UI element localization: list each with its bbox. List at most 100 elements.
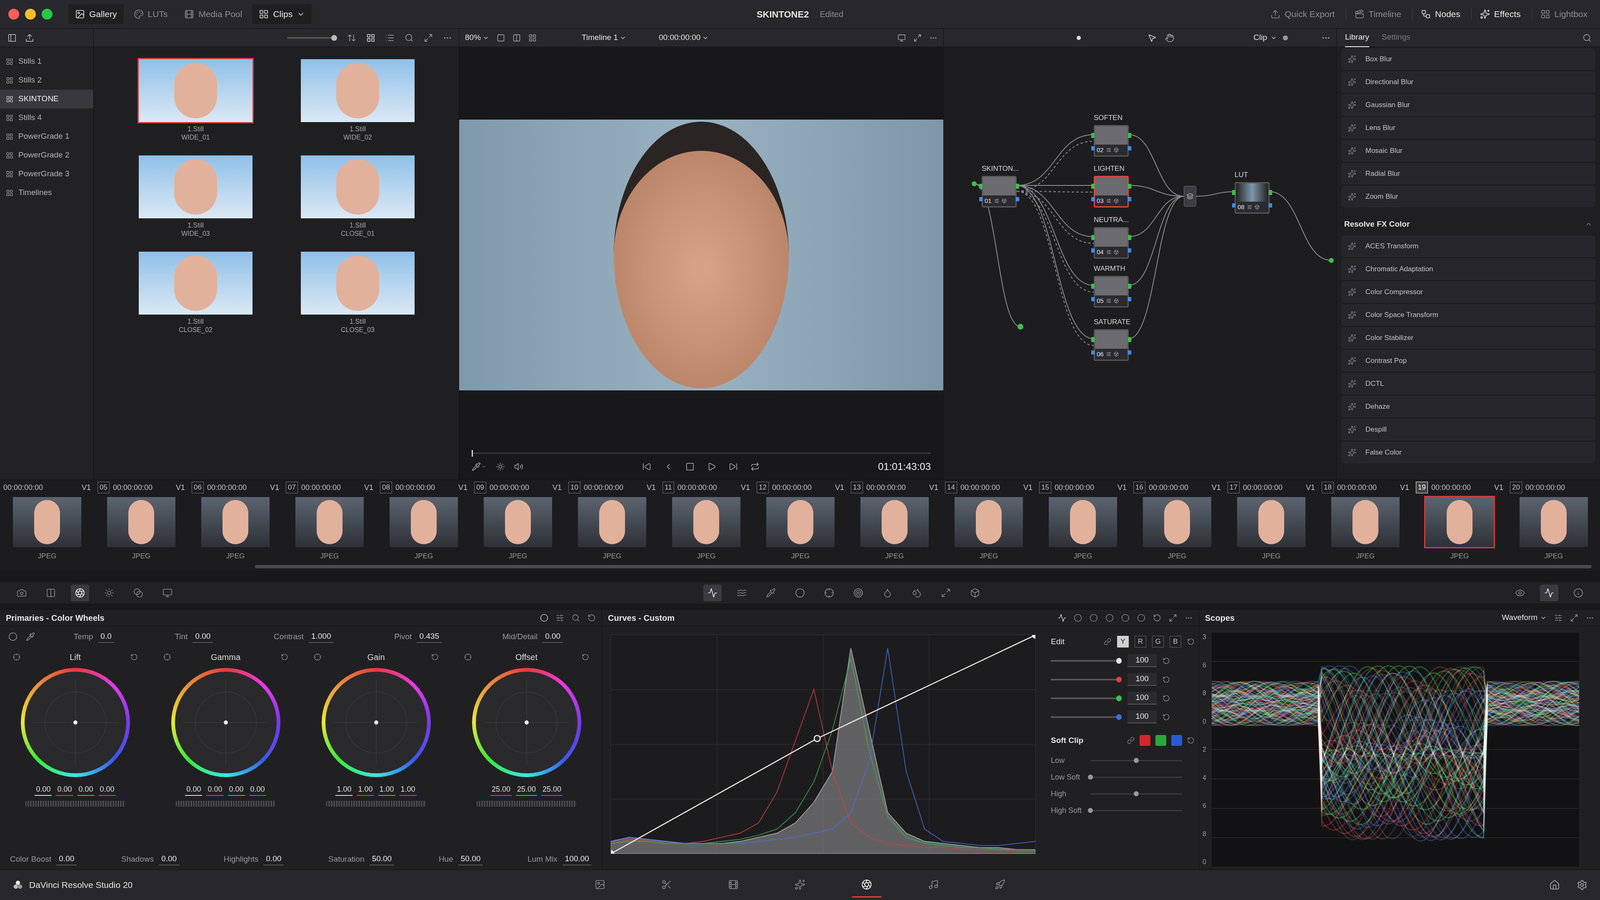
- reset-icon[interactable]: [1187, 736, 1195, 745]
- palette-tool-button[interactable]: [907, 584, 926, 602]
- sidebar-toggle-icon[interactable]: [7, 33, 17, 43]
- timeline-clip[interactable]: 1000:00:00:00V1JPEG: [565, 480, 660, 562]
- panel-tab[interactable]: Clips: [252, 4, 312, 25]
- palette-tool-button[interactable]: [70, 584, 90, 602]
- album-icon[interactable]: [5, 95, 14, 103]
- album-item[interactable]: Timelines: [0, 183, 94, 203]
- param-value[interactable]: 1.000: [308, 630, 334, 644]
- wheel-mode-icon[interactable]: [313, 653, 322, 661]
- color-wheel[interactable]: [321, 667, 431, 778]
- search-icon[interactable]: [1582, 33, 1592, 43]
- dropdown-icon[interactable]: [296, 10, 305, 19]
- still-card[interactable]: 1.StillCLOSE_01: [299, 154, 416, 238]
- channel-button[interactable]: R: [1134, 635, 1147, 648]
- node-key-port[interactable]: [1091, 350, 1095, 355]
- master-wheel[interactable]: [326, 800, 427, 807]
- intensity-value[interactable]: 100: [1127, 672, 1157, 686]
- node-input-port[interactable]: [1091, 235, 1095, 240]
- more-icon[interactable]: [1585, 613, 1595, 623]
- panel-tab-icon[interactable]: [1480, 9, 1490, 20]
- wheel-value[interactable]: 25.00: [541, 783, 563, 796]
- intensity-slider[interactable]: [1050, 716, 1122, 718]
- node-key-output-port[interactable]: [1268, 203, 1273, 208]
- node-output-port[interactable]: [1127, 235, 1132, 240]
- panel-tab[interactable]: Effects: [1475, 5, 1525, 24]
- palette-tool-button[interactable]: [761, 584, 780, 602]
- dropdown-icon[interactable]: [702, 34, 709, 42]
- page-button[interactable]: [852, 872, 882, 898]
- link-icon[interactable]: [1127, 736, 1135, 745]
- wheel-mode-icon[interactable]: [12, 653, 21, 661]
- effect-item[interactable]: ACES Transform: [1341, 235, 1595, 257]
- dropdown-icon[interactable]: [619, 34, 627, 42]
- lum-vs-sat-icon[interactable]: [1121, 613, 1130, 623]
- param-value[interactable]: 0.00: [192, 630, 213, 644]
- effect-item[interactable]: Directional Blur: [1341, 71, 1595, 93]
- wheel-value[interactable]: 1.00: [335, 783, 353, 796]
- layer-mixer-node[interactable]: [1183, 185, 1197, 207]
- wheel-mode-icon[interactable]: [464, 653, 472, 661]
- grade-node[interactable]: SATURATE06: [1093, 316, 1129, 361]
- effect-item[interactable]: Box Blur: [1341, 48, 1595, 70]
- close-button[interactable]: [8, 8, 20, 20]
- wheel-value[interactable]: 0.00: [227, 783, 245, 796]
- effect-item[interactable]: Despill: [1341, 419, 1595, 440]
- dropdown-icon[interactable]: [482, 34, 490, 42]
- intensity-slider[interactable]: [1050, 678, 1122, 681]
- grade-node[interactable]: NEUTRA...04: [1093, 214, 1129, 259]
- palette-tool-button[interactable]: [129, 584, 148, 602]
- panel-tab-icon[interactable]: [1270, 9, 1281, 20]
- effect-item[interactable]: Lens Blur: [1341, 117, 1595, 139]
- timeline-clip[interactable]: 2000:00:00:00JPEG: [1506, 480, 1600, 562]
- album-item[interactable]: PowerGrade 2: [0, 145, 94, 165]
- reset-icon[interactable]: [581, 653, 590, 661]
- param-value[interactable]: 0.0: [97, 630, 114, 644]
- reset-icon[interactable]: [1162, 694, 1170, 703]
- custom-curve-icon[interactable]: [1057, 613, 1067, 623]
- timeline-clip[interactable]: 1400:00:00:00V1JPEG: [941, 480, 1036, 562]
- album-item[interactable]: Stills 2: [0, 70, 94, 90]
- wheels-mode-icon[interactable]: [540, 613, 549, 623]
- panel-tab[interactable]: Quick Export: [1266, 5, 1339, 24]
- picker-icon[interactable]: [25, 632, 35, 642]
- timeline-clip[interactable]: 1600:00:00:00V1JPEG: [1130, 480, 1225, 562]
- page-button[interactable]: [652, 872, 682, 898]
- palette-tool-button[interactable]: [703, 584, 722, 602]
- node-output-port[interactable]: [1127, 337, 1132, 343]
- timeline-clip[interactable]: 0500:00:00:00V1JPEG: [94, 480, 189, 562]
- play-icon[interactable]: [707, 462, 717, 472]
- sat-vs-sat-icon[interactable]: [1137, 613, 1146, 623]
- section-header[interactable]: Resolve FX Color: [1341, 212, 1595, 236]
- node-output-port[interactable]: [1127, 183, 1132, 189]
- param-value[interactable]: 50.00: [369, 852, 395, 866]
- still-card[interactable]: 1.StillCLOSE_02: [137, 250, 254, 335]
- master-wheel[interactable]: [175, 800, 276, 807]
- node-output-port[interactable]: [1015, 183, 1020, 189]
- timeline-clip[interactable]: 1200:00:00:00V1JPEG: [753, 480, 848, 562]
- master-wheel[interactable]: [25, 800, 126, 807]
- panel-tab-icon[interactable]: [258, 9, 269, 20]
- picker-icon[interactable]: [471, 462, 481, 472]
- album-item[interactable]: PowerGrade 1: [0, 127, 94, 146]
- still-card[interactable]: 1.StillWIDE_02: [299, 57, 416, 142]
- log-mode-icon[interactable]: [571, 613, 580, 623]
- album-icon[interactable]: [5, 114, 14, 122]
- hue-vs-lum-icon[interactable]: [1105, 613, 1114, 623]
- library-tab[interactable]: Library: [1345, 28, 1370, 48]
- timeline-clip[interactable]: 00:00:00:00V1JPEG: [0, 480, 95, 562]
- palette-tool-button[interactable]: [878, 584, 897, 602]
- wheel-value[interactable]: 0.00: [185, 783, 203, 796]
- wheel-value[interactable]: 25.00: [490, 783, 512, 796]
- expand-icon[interactable]: [423, 33, 433, 43]
- effect-item[interactable]: Mosaic Blur: [1341, 140, 1595, 162]
- node-key-port[interactable]: [1091, 248, 1095, 253]
- expand-icon[interactable]: [1570, 613, 1579, 623]
- param-value[interactable]: 0.00: [158, 852, 180, 866]
- effect-item[interactable]: False Color: [1341, 442, 1595, 463]
- palette-tool-button[interactable]: [41, 584, 60, 602]
- panel-tab[interactable]: Nodes: [1416, 5, 1465, 24]
- project-manager-icon[interactable]: [1549, 879, 1560, 891]
- timeline-dropdown[interactable]: Timeline 1: [581, 31, 627, 44]
- soft-clip-channel[interactable]: [1155, 735, 1167, 746]
- stop-icon[interactable]: [685, 462, 695, 472]
